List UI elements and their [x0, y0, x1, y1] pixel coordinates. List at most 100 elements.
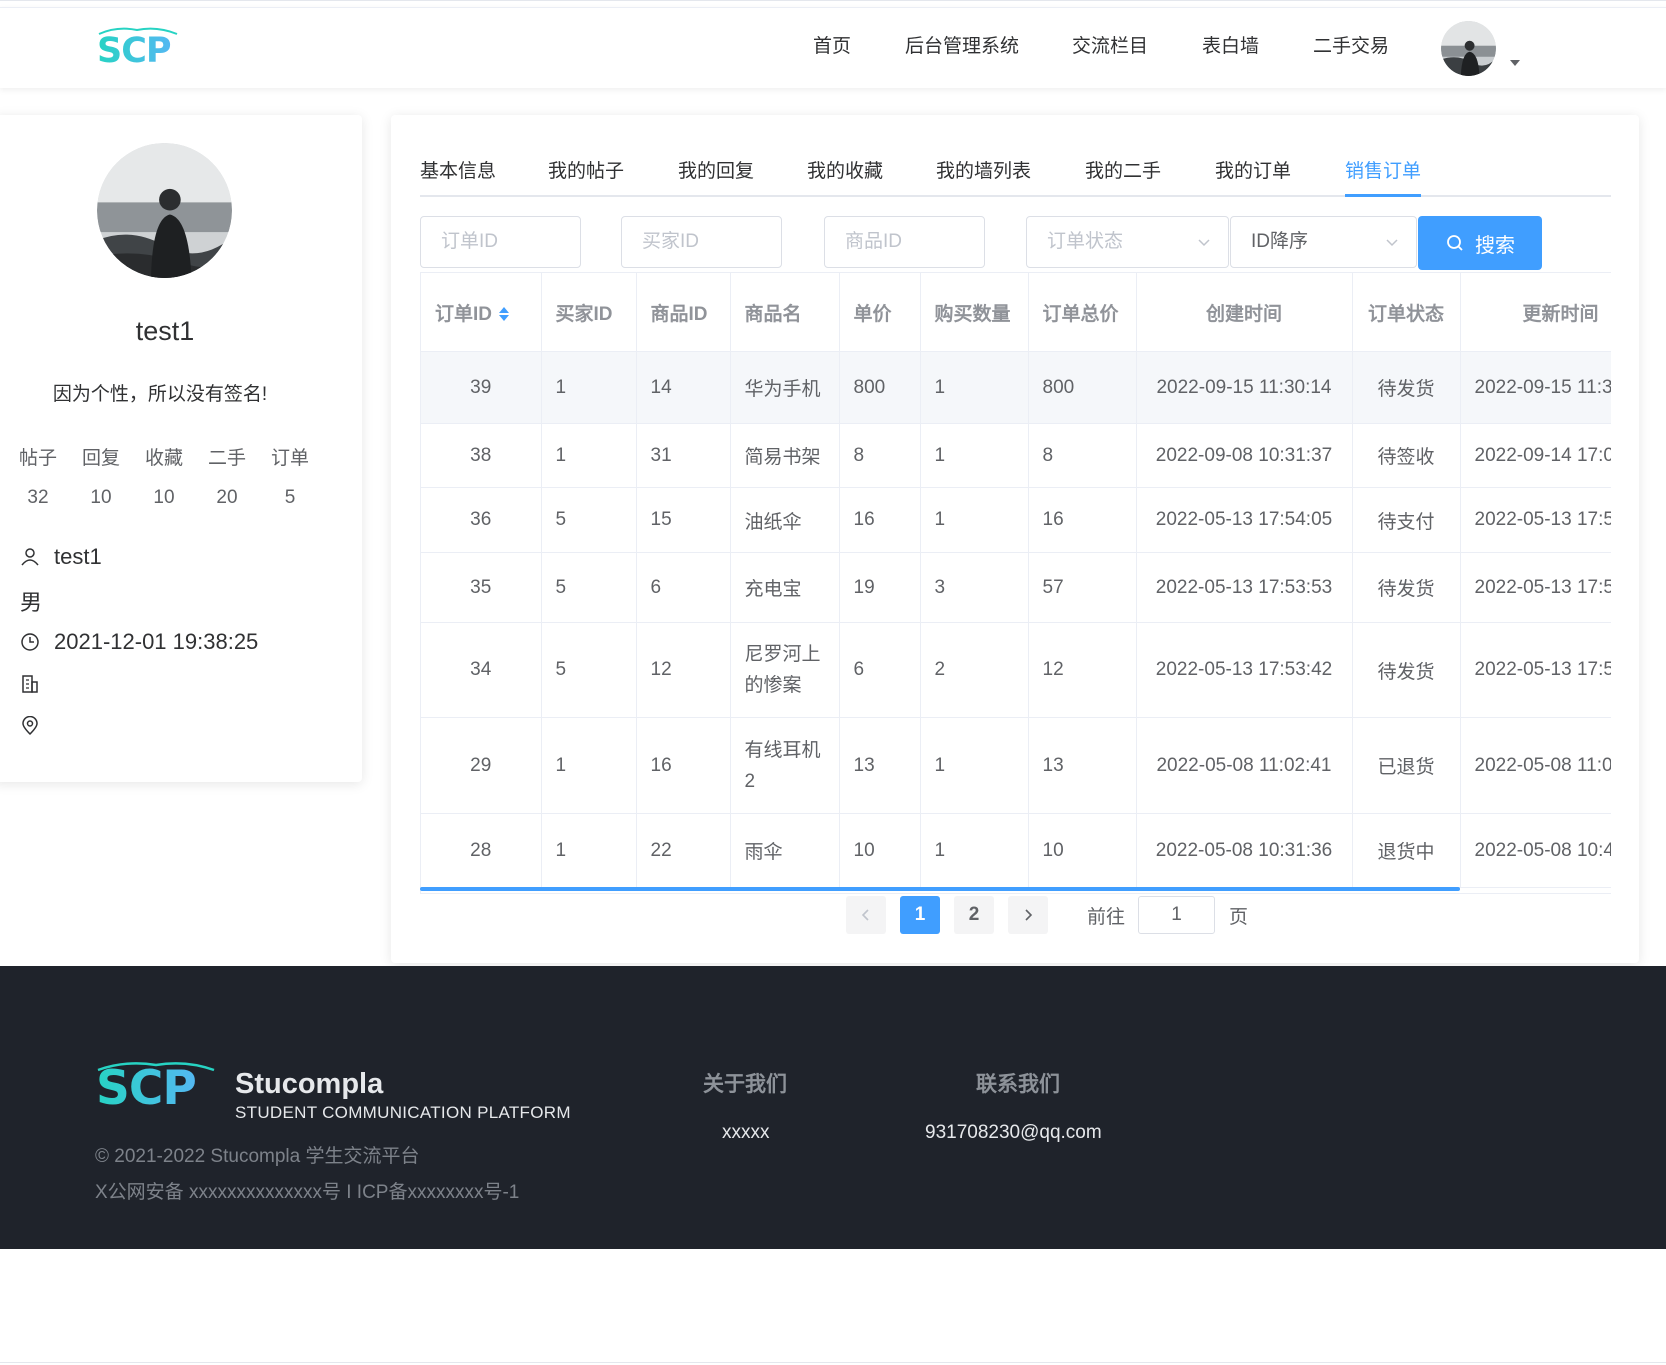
stat-label-replies[interactable]: 回复	[76, 443, 126, 470]
page-button-2[interactable]: 2	[954, 896, 994, 934]
page-button-1[interactable]: 1	[900, 896, 940, 934]
footer-about-value[interactable]: xxxxx	[722, 1122, 770, 1144]
bottom-border	[0, 1362, 1666, 1363]
tab-my-posts[interactable]: 我的帖子	[548, 157, 624, 187]
cell-buyer-id: 1	[541, 717, 637, 814]
buyer-id-input[interactable]	[621, 216, 782, 268]
footer-brand-subtitle: STUDENT COMMUNICATION PLATFORM	[235, 1103, 571, 1122]
cell-buyer-id: 1	[541, 351, 637, 424]
cell-order-id: 34	[421, 622, 542, 718]
cell-total-price: 10	[1028, 813, 1137, 888]
sort-order-select[interactable]: ID降序	[1230, 216, 1417, 268]
table-row[interactable]: 38 1 31 简易书架 8 1 8 2022-09-08 10:31:37 待…	[421, 423, 1611, 488]
chevron-right-icon	[1025, 909, 1033, 921]
sales-orders-table: 订单ID 买家ID 商品ID 商品名 单价 购买数量 订单总价 创建时间 订单状…	[420, 272, 1611, 894]
cell-order-id: 28	[421, 813, 542, 888]
table-row[interactable]: 39 1 14 华为手机 800 1 800 2022-09-15 11:30:…	[421, 351, 1611, 424]
profile-signature: 因为个性，所以没有签名!	[52, 384, 268, 405]
tab-my-replies[interactable]: 我的回复	[678, 157, 754, 187]
cell-updated-time: 2022-05-13 17:53:42	[1460, 622, 1611, 718]
table-horizontal-scrollbar[interactable]	[420, 887, 1460, 891]
site-logo[interactable]: SCP	[97, 27, 179, 70]
product-id-input[interactable]	[824, 216, 985, 268]
tab-sales-orders[interactable]: 销售订单	[1345, 157, 1421, 187]
cell-buyer-id: 5	[541, 622, 637, 718]
info-location-row	[20, 711, 54, 741]
cell-quantity: 1	[920, 351, 1029, 424]
tab-my-wall-list[interactable]: 我的墙列表	[936, 157, 1031, 187]
stat-label-favorites[interactable]: 收藏	[139, 443, 189, 470]
search-button[interactable]: 搜索	[1418, 216, 1542, 270]
cell-updated-time: 2022-05-08 11:05:20	[1460, 717, 1611, 814]
table-row[interactable]: 29 1 16 有线耳机2 13 1 13 2022-05-08 11:02:4…	[421, 717, 1611, 814]
table-row[interactable]: 28 1 22 雨伞 10 1 10 2022-05-08 10:31:36 退…	[421, 813, 1611, 888]
avatar-image	[1441, 21, 1496, 76]
nav-item-confession-wall[interactable]: 表白墙	[1202, 32, 1259, 62]
cell-order-id: 35	[421, 552, 542, 623]
order-status-placeholder: 订单状态	[1047, 231, 1124, 252]
footer-contact-email[interactable]: 931708230@qq.com	[925, 1122, 1102, 1144]
col-header-unit-price: 单价	[839, 273, 921, 352]
top-border	[0, 0, 1666, 1]
stat-label-orders[interactable]: 订单	[265, 443, 315, 470]
stat-value-second-hand: 20	[216, 487, 238, 508]
nav-item-second-hand[interactable]: 二手交易	[1313, 32, 1389, 62]
cell-updated-time: 2022-09-15 11:30:14	[1460, 351, 1611, 424]
table-row[interactable]: 34 5 12 尼罗河上的惨案 6 2 12 2022-05-13 17:53:…	[421, 622, 1611, 718]
nav-item-admin[interactable]: 后台管理系统	[905, 32, 1019, 62]
order-status-select[interactable]: 订单状态	[1026, 216, 1229, 268]
profile-avatar-image	[97, 143, 232, 278]
cell-updated-time: 2022-09-14 17:05:12	[1460, 423, 1611, 488]
info-created-time: 2021-12-01 19:38:25	[54, 629, 259, 654]
footer-copyright: © 2021-2022 Stucompla 学生交流平台	[95, 1146, 420, 1167]
sort-order-value: ID降序	[1251, 231, 1309, 252]
cell-updated-time: 2022-05-13 17:54:05	[1460, 487, 1611, 553]
cell-order-status: 待发货	[1352, 351, 1461, 424]
nav-item-home[interactable]: 首页	[813, 32, 851, 62]
cell-product-name: 充电宝	[730, 552, 840, 623]
table-header-row: 订单ID 买家ID 商品ID 商品名 单价 购买数量 订单总价 创建时间 订单状…	[421, 273, 1611, 352]
tab-my-second-hand[interactable]: 我的二手	[1085, 157, 1161, 187]
cell-unit-price: 6	[839, 622, 921, 718]
next-page-button[interactable]	[1008, 896, 1048, 934]
tab-divider	[420, 195, 1611, 197]
cell-product-id: 14	[636, 351, 731, 424]
tab-my-favorites[interactable]: 我的收藏	[807, 157, 883, 187]
cell-order-status: 待发货	[1352, 552, 1461, 623]
nav-item-forum[interactable]: 交流栏目	[1072, 32, 1148, 62]
stat-label-second-hand[interactable]: 二手	[202, 443, 252, 470]
cell-buyer-id: 1	[541, 813, 637, 888]
stat-label-posts[interactable]: 帖子	[13, 443, 63, 470]
col-header-product-name: 商品名	[730, 273, 840, 352]
cell-order-status: 待发货	[1352, 622, 1461, 718]
cell-created-time: 2022-05-13 17:53:42	[1136, 622, 1353, 718]
table-row[interactable]: 36 5 15 油纸伞 16 1 16 2022-05-13 17:54:05 …	[421, 487, 1611, 553]
info-company-row	[20, 669, 54, 699]
tab-my-orders[interactable]: 我的订单	[1215, 157, 1291, 187]
chevron-down-icon	[1386, 239, 1398, 247]
tab-basic-info[interactable]: 基本信息	[420, 157, 496, 187]
user-icon	[21, 548, 39, 566]
profile-username: test1	[135, 316, 195, 346]
col-header-order-status: 订单状态	[1352, 273, 1461, 352]
sort-caret-icon[interactable]	[498, 305, 510, 323]
cell-quantity: 1	[920, 423, 1029, 488]
col-header-buyer-id: 买家ID	[541, 273, 637, 352]
cell-updated-time: 2022-05-08 10:40:11	[1460, 813, 1611, 888]
col-header-order-id[interactable]: 订单ID	[421, 273, 542, 352]
goto-page-input[interactable]	[1138, 896, 1215, 934]
user-avatar-menu[interactable]	[1441, 21, 1496, 76]
cell-product-id: 16	[636, 717, 731, 814]
footer-logo-text: SCP	[96, 1061, 197, 1116]
avatar-dropdown-caret-icon[interactable]	[1510, 60, 1520, 66]
cell-order-id: 36	[421, 487, 542, 553]
col-header-total-price: 订单总价	[1028, 273, 1137, 352]
order-id-input[interactable]	[420, 216, 581, 268]
cell-order-id: 38	[421, 423, 542, 488]
cell-created-time: 2022-09-08 10:31:37	[1136, 423, 1353, 488]
cell-quantity: 3	[920, 552, 1029, 623]
prev-page-button[interactable]	[846, 896, 886, 934]
search-button-label: 搜索	[1475, 234, 1515, 257]
cell-product-name: 油纸伞	[730, 487, 840, 553]
table-row[interactable]: 35 5 6 充电宝 19 3 57 2022-05-13 17:53:53 待…	[421, 552, 1611, 623]
